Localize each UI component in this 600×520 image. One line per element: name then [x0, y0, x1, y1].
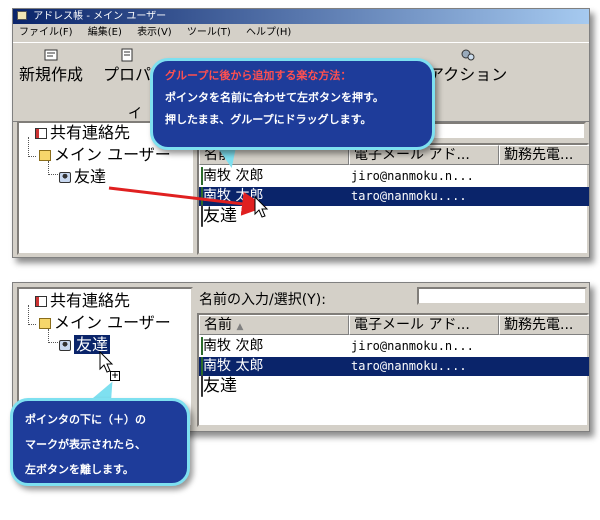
copy-plus-icon: +: [110, 371, 120, 381]
search-input[interactable]: [418, 122, 586, 140]
action-button[interactable]: アクション: [428, 47, 507, 85]
contact-email: taro@nanmoku....: [351, 359, 467, 373]
window-title-bar: アドレス帳 - メイン ユーザー: [13, 9, 589, 24]
search-input[interactable]: [417, 287, 587, 305]
new-contact-icon: [44, 49, 58, 61]
folder-open-icon: [39, 318, 51, 329]
contact-row-selected[interactable]: 南牧 太郎 taro@nanmoku....: [199, 357, 589, 376]
menu-view[interactable]: 表示(V): [137, 27, 172, 38]
contact-row[interactable]: 南牧 次郎 jiro@nanmoku.n...: [199, 337, 589, 356]
contact-email: jiro@nanmoku.n...: [351, 169, 474, 183]
callout-drop-instruction: ポインタの下に（＋）の マークが表示されたら、 左ボタンを離します。: [10, 398, 190, 486]
menu-bar: ファイル(F) 編集(E) 表示(V) ツール(T) ヘルプ(H): [13, 25, 589, 41]
column-header-work-phone[interactable]: 勤務先電...: [499, 145, 589, 165]
group-icon: [59, 172, 71, 183]
tree-connector: [28, 137, 36, 157]
callout-text: ポインタを名前に合わせて左ボタンを押す。: [165, 91, 384, 104]
callout-text: マークが表示されたら、: [25, 438, 146, 451]
properties-icon: [121, 48, 133, 62]
column-header-email[interactable]: 電子メール アド...: [349, 315, 499, 335]
tree-item-shared-contacts[interactable]: 共有連絡先: [35, 123, 130, 143]
menu-edit[interactable]: 編集(E): [88, 27, 122, 38]
column-headers: 名前 ▲ 電子メール アド... 勤務先電...: [199, 315, 589, 335]
menu-file[interactable]: ファイル(F): [19, 27, 73, 38]
contact-email: taro@nanmoku....: [351, 189, 467, 203]
contact-name: 南牧 太郎: [203, 358, 264, 374]
window-title: アドレス帳 - メイン ユーザー: [33, 11, 167, 22]
menu-tools[interactable]: ツール(T): [187, 27, 231, 38]
tree-connector: [28, 305, 36, 325]
tree-item-shared-contacts[interactable]: 共有連絡先: [35, 291, 130, 311]
action-icon: [461, 49, 475, 61]
tree-item-label: 共有連絡先: [50, 291, 131, 310]
callout-text: 押したまま、グループにドラッグします。: [165, 113, 372, 126]
tree-item-label: 共有連絡先: [50, 123, 131, 142]
address-book-icon: [35, 296, 47, 307]
contact-list: 名前 ▲ 電子メール アド... 勤務先電... 南牧 次郎 jiro@nanm…: [197, 313, 589, 427]
mouse-pointer-icon: [254, 196, 269, 218]
new-button[interactable]: 新規作成: [19, 47, 83, 85]
properties-label-second-line: イ: [128, 106, 142, 122]
callout-text: ポインタの下に（＋）の: [25, 413, 146, 426]
column-header-work-phone[interactable]: 勤務先電...: [499, 315, 589, 335]
address-book-icon: [17, 11, 27, 20]
column-header-name[interactable]: 名前 ▲: [199, 315, 349, 335]
contact-name: 友達: [203, 376, 237, 396]
drag-arrow-icon: [108, 186, 266, 216]
contact-row[interactable]: 友達: [199, 375, 589, 397]
properties-label: プロパ: [103, 65, 152, 84]
column-header-label: 名前: [204, 317, 232, 333]
sort-ascending-icon: ▲: [236, 322, 244, 332]
callout-drag-instruction: グループに後から追加する楽な方法： ポインタを名前に合わせて左ボタンを押す。 押…: [150, 58, 435, 150]
menu-help[interactable]: ヘルプ(H): [246, 27, 291, 38]
tree-item-label: メイン ユーザー: [54, 145, 171, 164]
action-label: アクション: [428, 65, 508, 84]
contact-name: 南牧 次郎: [203, 338, 264, 354]
callout-heading: グループに後から追加する楽な方法：: [165, 69, 352, 82]
search-label: 名前の入力/選択(Y):: [199, 292, 326, 308]
folder-open-icon: [39, 150, 51, 161]
group-icon: [59, 340, 71, 351]
contact-email: jiro@nanmoku.n...: [351, 339, 474, 353]
properties-button[interactable]: プロパ: [103, 47, 151, 85]
new-label: 新規作成: [19, 65, 84, 84]
address-book-icon: [35, 128, 47, 139]
tree-item-label: メイン ユーザー: [54, 313, 171, 332]
callout-text: 左ボタンを離します。: [25, 463, 134, 476]
